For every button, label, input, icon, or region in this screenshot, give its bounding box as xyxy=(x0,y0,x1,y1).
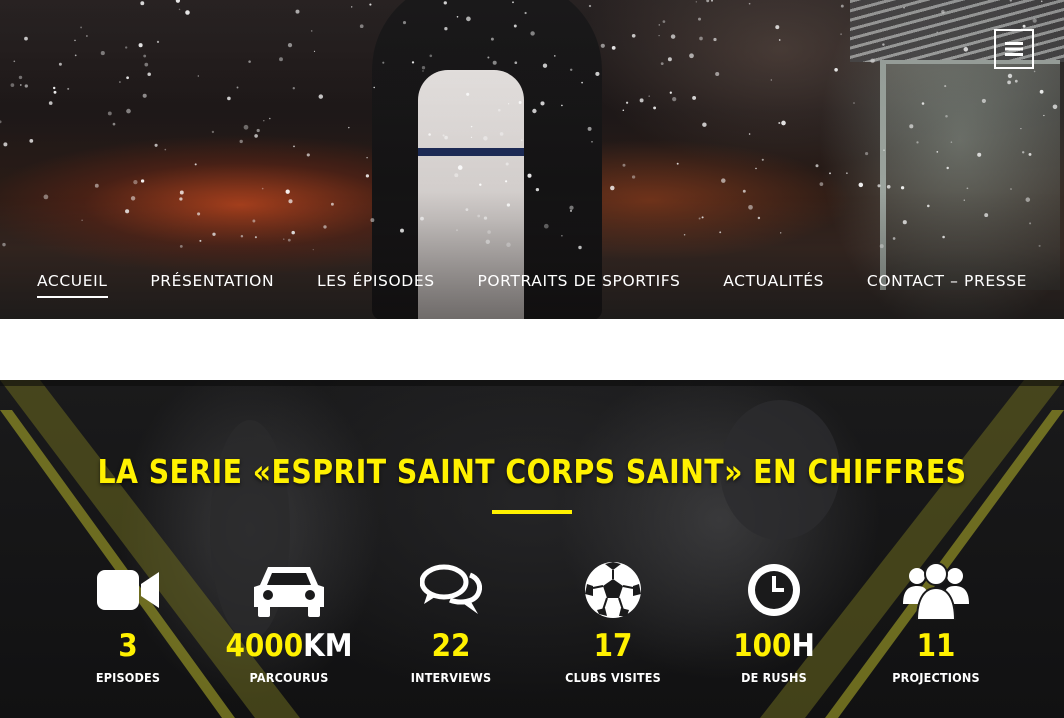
hero-banner: ACCUEIL PRÉSENTATION LES ÉPISODES PORTRA… xyxy=(0,0,1064,319)
stat-value: 4000 xyxy=(225,628,304,664)
stat-label: INTERVIEWS xyxy=(410,670,492,685)
nav-item-presentation[interactable]: PRÉSENTATION xyxy=(150,268,274,298)
stat-clubs: 17 CLUBS VISITES xyxy=(538,560,688,690)
menu-toggle-button[interactable] xyxy=(994,29,1034,69)
nav-item-contact[interactable]: CONTACT – PRESSE xyxy=(867,268,1027,298)
hamburger-menu-icon xyxy=(1005,42,1023,56)
stat-value: 17 xyxy=(593,628,633,664)
stat-episodes: 3 EPISODES xyxy=(53,560,203,690)
stats-section: LA SERIE «ESPRIT SAINT CORPS SAINT» EN C… xyxy=(0,380,1064,718)
stat-label: EPISODES xyxy=(95,670,161,685)
stat-interviews: 22 INTERVIEWS xyxy=(376,560,526,690)
users-group-icon xyxy=(903,562,969,620)
stat-label: CLUBS VISITES xyxy=(565,670,661,685)
soccer-ball-icon xyxy=(585,562,641,618)
stat-label: DE RUSHS xyxy=(741,670,807,685)
video-camera-icon xyxy=(97,570,159,610)
stat-value: 3 xyxy=(118,628,138,664)
car-icon xyxy=(254,567,324,617)
stat-distance: 4000KM PARCOURUS xyxy=(214,560,364,690)
main-navigation: ACCUEIL PRÉSENTATION LES ÉPISODES PORTRA… xyxy=(0,268,1064,298)
nav-item-portraits[interactable]: PORTRAITS DE SPORTIFS xyxy=(477,268,680,298)
stat-value: 100 xyxy=(733,628,792,664)
stat-value: 22 xyxy=(431,628,471,664)
stat-unit: KM xyxy=(303,628,353,664)
stat-rushes: 100H DE RUSHS xyxy=(699,560,849,690)
stat-label: PARCOURUS xyxy=(249,670,329,685)
stat-label: PROJECTIONS xyxy=(892,670,980,685)
clock-icon xyxy=(748,564,800,616)
stats-title: LA SERIE «ESPRIT SAINT CORPS SAINT» EN C… xyxy=(97,452,967,491)
title-underline xyxy=(492,510,572,514)
nav-item-episodes[interactable]: LES ÉPISODES xyxy=(317,268,435,298)
stat-value: 11 xyxy=(916,628,956,664)
nav-item-actualites[interactable]: ACTUALITÉS xyxy=(723,268,824,298)
stat-projections: 11 PROJECTIONS xyxy=(861,560,1011,690)
nav-item-accueil[interactable]: ACCUEIL xyxy=(37,268,108,298)
stat-unit: H xyxy=(791,628,815,664)
speech-bubbles-icon xyxy=(420,564,482,614)
